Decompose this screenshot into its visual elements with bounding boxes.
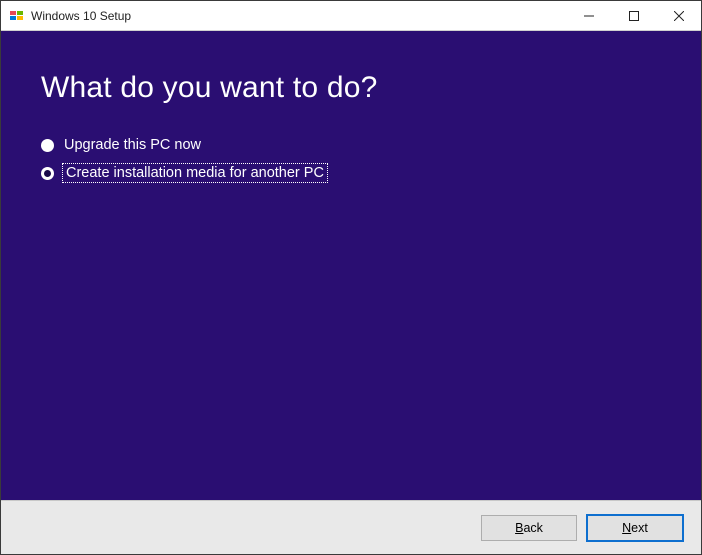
next-button[interactable]: Next [587, 515, 683, 541]
app-icon [9, 8, 25, 24]
close-icon [674, 11, 684, 21]
radio-icon [41, 167, 54, 180]
options-group: Upgrade this PC now Create installation … [41, 137, 661, 181]
next-accel: N [622, 521, 631, 535]
close-button[interactable] [656, 1, 701, 30]
client-area: What do you want to do? Upgrade this PC … [1, 31, 701, 554]
content-area: What do you want to do? Upgrade this PC … [1, 31, 701, 500]
footer-bar: Back Next [1, 500, 701, 554]
option-create-media[interactable]: Create installation media for another PC [41, 165, 661, 181]
option-upgrade-now[interactable]: Upgrade this PC now [41, 137, 661, 153]
maximize-button[interactable] [611, 1, 656, 30]
titlebar: Windows 10 Setup [1, 1, 701, 31]
minimize-button[interactable] [566, 1, 611, 30]
radio-label: Create installation media for another PC [64, 165, 326, 181]
radio-label: Upgrade this PC now [64, 137, 201, 153]
next-rest: ext [631, 521, 648, 535]
setup-window: Windows 10 Setup What do you want to do?… [0, 0, 702, 555]
minimize-icon [584, 11, 594, 21]
window-title: Windows 10 Setup [31, 9, 131, 23]
radio-icon [41, 139, 54, 152]
page-heading: What do you want to do? [41, 71, 661, 105]
back-button[interactable]: Back [481, 515, 577, 541]
maximize-icon [629, 11, 639, 21]
back-rest: ack [523, 521, 542, 535]
